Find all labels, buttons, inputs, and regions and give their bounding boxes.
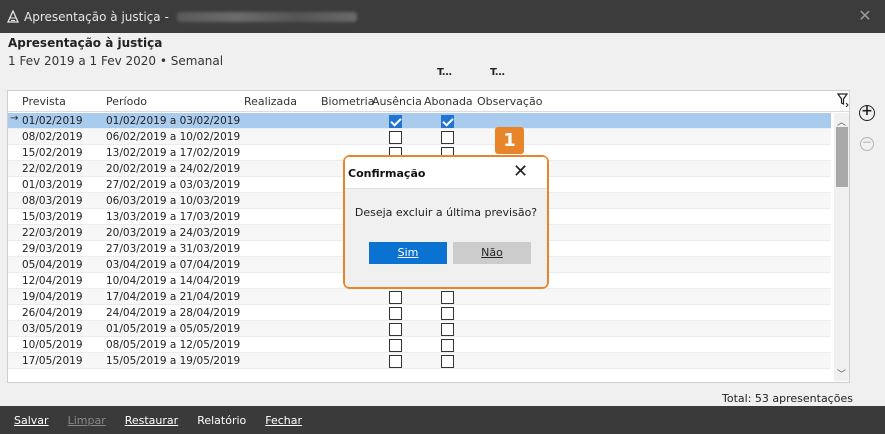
cell-prevista: 17/05/2019 [22,355,83,367]
ausencia-checkbox[interactable] [389,115,402,128]
step-badge: 1 [495,127,524,154]
cell-periodo: 03/04/2019 a 07/04/2019 [106,259,241,271]
cell-periodo: 13/02/2019 a 17/02/2019 [106,147,241,159]
ausencia-checkbox[interactable] [389,291,402,304]
cell-prevista: 22/03/2019 [22,227,83,239]
cell-periodo: 17/04/2019 a 21/04/2019 [106,291,241,303]
cell-prevista: 03/05/2019 [22,323,83,335]
abonada-checkbox[interactable] [441,115,454,128]
abonada-checkbox[interactable] [441,291,454,304]
dialog-title: Confirmação [348,167,426,180]
ausencia-checkbox[interactable] [389,339,402,352]
abonada-checkbox[interactable] [441,355,454,368]
remove-icon[interactable]: − [860,136,874,151]
table-row[interactable]: 03/05/2019 01/05/2019 a 05/05/2019 [8,321,831,337]
cell-prevista: 22/02/2019 [22,163,83,175]
close-button[interactable]: Fechar [265,414,302,427]
column-header-prevista[interactable]: Prevista [22,95,66,108]
cell-periodo: 13/03/2019 a 17/03/2019 [106,211,241,223]
page-title: Apresentação à justiça [8,36,163,50]
ausencia-checkbox[interactable] [389,307,402,320]
cell-periodo: 01/05/2019 a 05/05/2019 [106,323,241,335]
cell-prevista: 15/03/2019 [22,211,83,223]
cell-periodo: 06/02/2019 a 10/02/2019 [106,131,241,143]
abonada-checkbox[interactable] [441,131,454,144]
cell-periodo: 06/03/2019 a 10/03/2019 [106,195,241,207]
cell-prevista: 05/04/2019 [22,259,83,271]
ausencia-checkbox[interactable] [389,355,402,368]
window-titlebar: Apresentação à justiça - ✕ [0,0,885,33]
ausencia-checkbox[interactable] [389,131,402,144]
window-close-icon[interactable]: ✕ [857,8,873,24]
save-button[interactable]: Salvar [14,414,49,427]
scroll-down-icon[interactable]: ﹀ [837,367,846,380]
abonada-checkbox[interactable] [441,307,454,320]
column-header-abonada[interactable]: Abonada [424,95,473,108]
cell-prevista: 01/02/2019 [22,115,83,127]
cell-periodo: 20/03/2019 a 24/03/2019 [106,227,241,239]
dialog-header: Confirmação ✕ [345,157,547,189]
table-row[interactable]: → 01/02/2019 01/02/2019 a 03/02/2019 [8,113,831,129]
grid-header: Prevista Período Realizada Biometria Aus… [8,91,849,112]
scroll-thumb[interactable] [836,127,848,187]
column-header-observacao[interactable]: Observação [477,95,542,108]
add-icon[interactable]: + [859,104,875,121]
total-count: Total: 53 apresentações [722,392,853,405]
cell-prevista: 19/04/2019 [22,291,83,303]
cell-periodo: 01/02/2019 a 03/02/2019 [106,115,241,127]
yes-button-label: Sim [397,246,419,259]
yes-button[interactable]: Sim [369,242,447,264]
redacted-title-segment [176,11,357,22]
column-header-ausencia[interactable]: Ausência [372,95,422,108]
table-row[interactable]: 17/05/2019 15/05/2019 a 19/05/2019 [8,353,831,369]
bottom-toolbar: Salvar Limpar Restaurar Relatório Fechar [0,406,885,434]
report-button[interactable]: Relatório [197,414,246,427]
cell-periodo: 20/02/2019 a 24/02/2019 [106,163,241,175]
clear-button[interactable]: Limpar [68,414,106,427]
current-row-arrow-icon: → [10,113,19,124]
confirmation-dialog: Confirmação ✕ Deseja excluir a última pr… [345,157,547,287]
scales-of-justice-icon [6,9,20,23]
abonada-checkbox[interactable] [441,339,454,352]
cell-prevista: 08/02/2019 [22,131,83,143]
cell-prevista: 10/05/2019 [22,339,83,351]
table-row[interactable]: 19/04/2019 17/04/2019 a 21/04/2019 [8,289,831,305]
table-row[interactable]: 26/04/2019 24/04/2019 a 28/04/2019 [8,305,831,321]
abonada-checkbox[interactable] [441,323,454,336]
restore-button[interactable]: Restaurar [125,414,178,427]
dialog-message: Deseja excluir a última previsão? [354,206,538,219]
truncated-column-header: T... [490,67,505,78]
page-subtitle: 1 Fev 2019 a 1 Fev 2020 • Semanal [8,54,224,68]
truncated-column-header: T... [437,67,452,78]
column-header-periodo[interactable]: Período [106,95,147,108]
cell-periodo: 24/04/2019 a 28/04/2019 [106,307,241,319]
filter-icon[interactable] [837,93,849,107]
column-header-biometria[interactable]: Biometria [321,95,374,108]
cell-periodo: 27/03/2019 a 31/03/2019 [106,243,241,255]
cell-prevista: 15/02/2019 [22,147,83,159]
table-row[interactable]: 10/05/2019 08/05/2019 a 12/05/2019 [8,337,831,353]
cell-prevista: 12/04/2019 [22,275,83,287]
column-header-realizada[interactable]: Realizada [244,95,297,108]
cell-periodo: 27/02/2019 a 03/03/2019 [106,179,241,191]
dialog-close-icon[interactable]: ✕ [513,163,528,181]
cell-periodo: 10/04/2019 a 14/04/2019 [106,275,241,287]
cell-prevista: 29/03/2019 [22,243,83,255]
cell-prevista: 01/03/2019 [22,179,83,191]
cell-prevista: 26/04/2019 [22,307,83,319]
cell-periodo: 08/05/2019 a 12/05/2019 [106,339,241,351]
window-title: Apresentação à justiça - [24,9,169,24]
vertical-scrollbar[interactable]: ︿ ﹀ [834,113,849,381]
table-row[interactable]: 08/02/2019 06/02/2019 a 10/02/2019 [8,129,831,145]
ausencia-checkbox[interactable] [389,323,402,336]
no-button-label: Não [481,246,503,259]
cell-periodo: 15/05/2019 a 19/05/2019 [106,355,241,367]
cell-prevista: 08/03/2019 [22,195,83,207]
no-button[interactable]: Não [453,242,531,264]
